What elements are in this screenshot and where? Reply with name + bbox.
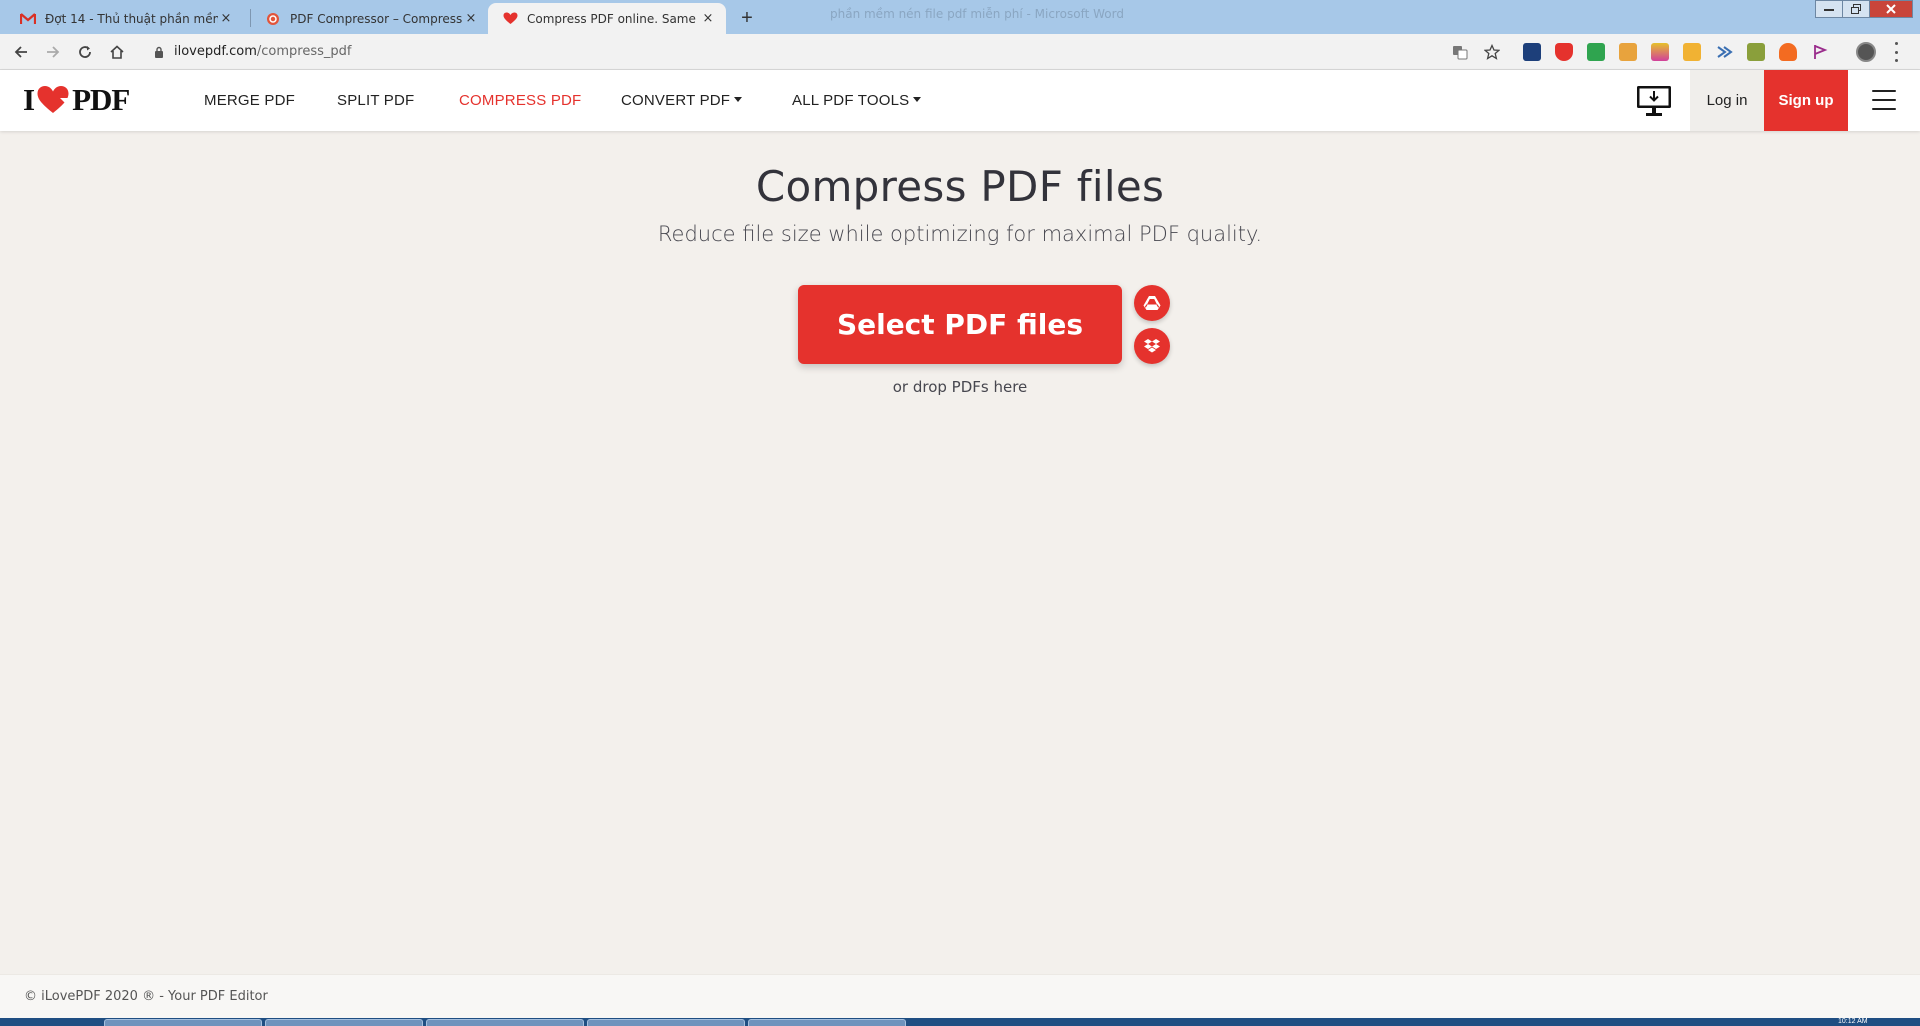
dropbox-icon <box>1143 338 1161 355</box>
google-drive-icon <box>1143 295 1161 311</box>
signup-button[interactable]: Sign up <box>1764 70 1848 131</box>
caret-down-icon <box>734 96 743 102</box>
site-footer: © iLovePDF 2020 ® - Your PDF Editor <box>0 974 1920 1018</box>
browser-tab-ilovepdf[interactable]: Compress PDF online. Same PDF × <box>488 3 726 34</box>
browser-menu-icon[interactable] <box>1893 42 1899 62</box>
extension-shield-icon[interactable] <box>1555 43 1573 61</box>
browser-tab-gmail[interactable]: Đợt 14 - Thủ thuật phần mềm - × <box>6 3 244 34</box>
browser-tab-pdf-compressor[interactable]: PDF Compressor – Compress PDF × <box>251 3 489 34</box>
taskbar-item[interactable] <box>265 1019 423 1026</box>
close-tab-icon[interactable]: × <box>463 11 479 26</box>
tab-label: PDF Compressor – Compress PDF <box>290 11 463 26</box>
extension-square-icon[interactable] <box>1747 43 1765 61</box>
close-window-icon[interactable] <box>1869 0 1913 18</box>
drop-hint-text: or drop PDFs here <box>892 378 1028 396</box>
extension-j-icon[interactable] <box>1523 43 1541 61</box>
taskbar-item[interactable] <box>104 1019 262 1026</box>
nav-label: MERGE PDF <box>204 92 295 109</box>
window-title: phần mềm nén file pdf miễn phí - Microso… <box>830 7 1124 21</box>
close-tab-icon[interactable]: × <box>218 11 234 26</box>
tab-label: Compress PDF online. Same PDF <box>527 11 700 26</box>
nav-label: ALL PDF TOOLS <box>792 92 910 109</box>
extension-fire-icon[interactable] <box>1779 43 1797 61</box>
taskbar-item[interactable] <box>748 1019 906 1026</box>
extension-box-icon[interactable] <box>1619 43 1637 61</box>
gmail-icon <box>20 11 36 27</box>
minimize-window-icon[interactable] <box>1815 0 1843 18</box>
nav-label: SPLIT PDF <box>337 92 415 109</box>
caret-down-icon <box>913 96 922 102</box>
login-button[interactable]: Log in <box>1690 70 1764 131</box>
taskbar-item[interactable] <box>587 1019 745 1026</box>
page-subtitle: Reduce file size while optimizing for ma… <box>657 222 1263 246</box>
restore-window-icon[interactable] <box>1842 0 1870 18</box>
logo-left-text: I <box>23 82 35 117</box>
extension-stripes-icon[interactable] <box>1651 43 1669 61</box>
url-text: ilovepdf.com/compress_pdf <box>174 44 352 59</box>
nav-label: CONVERT PDF <box>621 92 731 109</box>
hamburger-menu-icon[interactable] <box>1872 90 1896 110</box>
lock-icon <box>154 45 164 63</box>
tab-label: Đợt 14 - Thủ thuật phần mềm - <box>45 11 218 26</box>
taskbar-clock: 10:12 AM <box>1838 1018 1868 1025</box>
forward-icon[interactable] <box>41 40 65 64</box>
browser-tabstrip: phần mềm nén file pdf miễn phí - Microso… <box>0 0 1920 34</box>
nav-label: COMPRESS PDF <box>459 92 582 109</box>
nav-compress-pdf[interactable]: COMPRESS PDF <box>459 92 581 109</box>
bookmark-star-icon[interactable] <box>1480 40 1504 64</box>
site-header: I PDF MERGE PDF SPLIT PDF COMPRESS PDF C… <box>0 70 1920 131</box>
extension-flag-icon[interactable] <box>1811 43 1829 61</box>
home-icon[interactable] <box>105 40 129 64</box>
compressor-icon <box>265 11 281 27</box>
select-pdf-files-button[interactable]: Select PDF files <box>798 285 1122 364</box>
taskbar-item[interactable] <box>426 1019 584 1026</box>
page-title: Compress PDF files <box>755 162 1165 211</box>
extension-check-icon[interactable] <box>1587 43 1605 61</box>
nav-merge-pdf[interactable]: MERGE PDF <box>204 92 295 109</box>
close-tab-icon[interactable]: × <box>700 11 716 26</box>
translate-icon[interactable] <box>1448 40 1472 64</box>
profile-avatar[interactable] <box>1856 42 1876 62</box>
new-tab-button[interactable]: + <box>733 6 761 30</box>
extension-arrow-icon[interactable] <box>1715 43 1733 61</box>
desktop-download-icon[interactable] <box>1636 83 1672 119</box>
back-icon[interactable] <box>9 40 33 64</box>
address-bar[interactable]: ilovepdf.com/compress_pdf <box>142 39 1480 65</box>
url-domain: ilovepdf.com <box>174 44 257 59</box>
nav-convert-pdf[interactable]: CONVERT PDF <box>621 92 743 109</box>
heart-icon <box>36 85 70 115</box>
ilovepdf-heart-icon <box>502 11 518 27</box>
url-path: /compress_pdf <box>256 44 352 59</box>
nav-all-pdf-tools[interactable]: ALL PDF TOOLS <box>792 92 922 109</box>
extension-user-icon[interactable] <box>1683 43 1701 61</box>
dropbox-button[interactable] <box>1134 328 1170 364</box>
os-taskbar: 10:12 AM <box>0 1018 1920 1026</box>
reload-icon[interactable] <box>73 40 97 64</box>
nav-split-pdf[interactable]: SPLIT PDF <box>337 92 414 109</box>
ilovepdf-logo[interactable]: I PDF <box>23 82 130 117</box>
browser-toolbar: ilovepdf.com/compress_pdf <box>0 34 1920 70</box>
google-drive-button[interactable] <box>1134 285 1170 321</box>
footer-copyright: © iLovePDF 2020 ® - Your PDF Editor <box>24 989 268 1004</box>
logo-right-text: PDF <box>72 82 130 117</box>
